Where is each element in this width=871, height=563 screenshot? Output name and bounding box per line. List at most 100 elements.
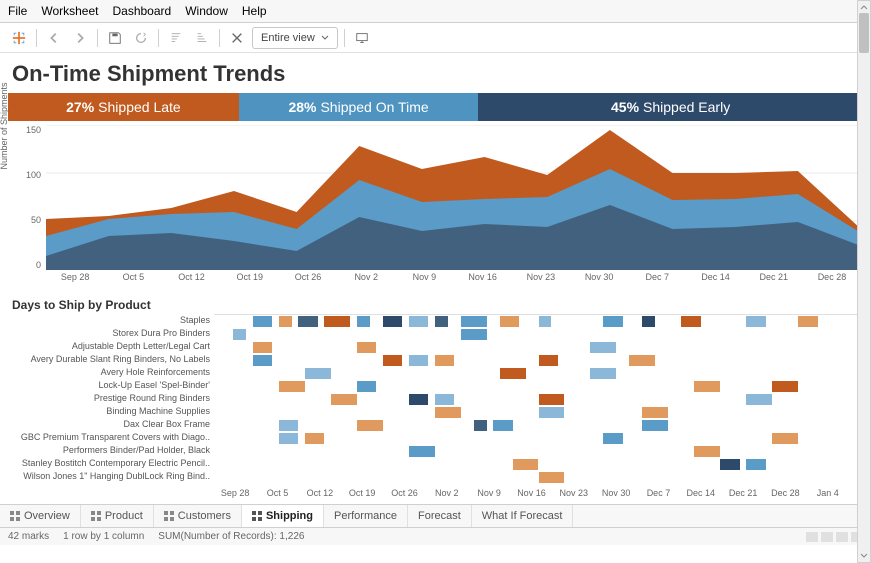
tab-overview[interactable]: Overview bbox=[0, 505, 81, 527]
area-chart[interactable]: Number of Shipments 150 100 50 0 Sep 28O… bbox=[8, 125, 863, 290]
gantt-segment[interactable] bbox=[253, 355, 272, 366]
gantt-segment[interactable] bbox=[298, 316, 317, 327]
status-sum: SUM(Number of Records): 1,226 bbox=[158, 531, 304, 542]
gantt-segment[interactable] bbox=[305, 368, 331, 379]
gantt-segment[interactable] bbox=[253, 316, 272, 327]
view-mode-select[interactable]: Entire view bbox=[252, 27, 338, 49]
gantt-segment[interactable] bbox=[357, 342, 376, 353]
dashboard-icon bbox=[10, 511, 20, 521]
gantt-segment[interactable] bbox=[435, 394, 454, 405]
status-view-icons[interactable] bbox=[806, 532, 863, 542]
gantt-segment[interactable] bbox=[590, 342, 616, 353]
gantt-segment[interactable] bbox=[461, 316, 487, 327]
menu-help[interactable]: Help bbox=[242, 4, 267, 18]
gantt-segment[interactable] bbox=[357, 381, 376, 392]
clear-button[interactable] bbox=[226, 27, 248, 49]
gantt-label: Stanley Bostitch Contemporary Electric P… bbox=[8, 457, 214, 470]
scroll-up-icon[interactable] bbox=[858, 2, 870, 12]
save-button[interactable] bbox=[104, 27, 126, 49]
scroll-down-icon[interactable] bbox=[858, 551, 870, 561]
gantt-segment[interactable] bbox=[539, 472, 565, 483]
menu-window[interactable]: Window bbox=[185, 4, 228, 18]
gantt-segment[interactable] bbox=[694, 381, 720, 392]
presentation-button[interactable] bbox=[351, 27, 373, 49]
gantt-segment[interactable] bbox=[409, 355, 428, 366]
gantt-segment[interactable] bbox=[253, 342, 272, 353]
gantt-segment[interactable] bbox=[409, 394, 428, 405]
gantt-segment[interactable] bbox=[798, 316, 817, 327]
tab-product[interactable]: Product bbox=[81, 505, 154, 527]
gantt-segment[interactable] bbox=[305, 433, 324, 444]
gantt-segment[interactable] bbox=[233, 329, 246, 340]
tab-whatif[interactable]: What If Forecast bbox=[472, 505, 574, 527]
gantt-segment[interactable] bbox=[539, 394, 565, 405]
gantt-segment[interactable] bbox=[772, 433, 798, 444]
kpi-bar: 27%Shipped Late 28%Shipped On Time 45%Sh… bbox=[8, 93, 863, 121]
tab-customers[interactable]: Customers bbox=[154, 505, 242, 527]
gantt-segment[interactable] bbox=[746, 316, 765, 327]
gantt-segment[interactable] bbox=[493, 420, 512, 431]
gantt-segment[interactable] bbox=[603, 316, 622, 327]
sort-asc-button[interactable] bbox=[165, 27, 187, 49]
gantt-segment[interactable] bbox=[357, 420, 383, 431]
menu-worksheet[interactable]: Worksheet bbox=[41, 4, 98, 18]
sort-desc-button[interactable] bbox=[191, 27, 213, 49]
gantt-label: Adjustable Depth Letter/Legal Cart bbox=[8, 340, 214, 353]
gantt-segment[interactable] bbox=[331, 394, 357, 405]
tab-shipping[interactable]: Shipping bbox=[242, 505, 324, 527]
scroll-thumb[interactable] bbox=[859, 13, 869, 53]
gantt-segment[interactable] bbox=[500, 368, 526, 379]
gantt-segment[interactable] bbox=[629, 355, 655, 366]
forward-button[interactable] bbox=[69, 27, 91, 49]
gantt-segment[interactable] bbox=[694, 446, 720, 457]
gantt-segment[interactable] bbox=[324, 316, 350, 327]
tab-forecast[interactable]: Forecast bbox=[408, 505, 472, 527]
tab-performance[interactable]: Performance bbox=[324, 505, 408, 527]
gantt-segment[interactable] bbox=[383, 355, 402, 366]
back-button[interactable] bbox=[43, 27, 65, 49]
gantt-label: Performers Binder/Pad Holder, Black bbox=[8, 444, 214, 457]
gantt-segment[interactable] bbox=[500, 316, 519, 327]
gantt-segment[interactable] bbox=[539, 316, 552, 327]
gantt-segment[interactable] bbox=[746, 459, 765, 470]
gantt-segment[interactable] bbox=[435, 407, 461, 418]
gantt-segment[interactable] bbox=[642, 316, 655, 327]
gantt-segment[interactable] bbox=[357, 316, 370, 327]
gantt-label: Staples bbox=[8, 314, 214, 327]
gantt-segment[interactable] bbox=[279, 381, 305, 392]
gantt-segment[interactable] bbox=[539, 355, 558, 366]
kpi-ontime[interactable]: 28%Shipped On Time bbox=[239, 93, 478, 121]
gantt-chart[interactable]: Staples Storex Dura Pro Binders Adjustab… bbox=[8, 314, 863, 486]
menu-file[interactable]: File bbox=[8, 4, 27, 18]
x-ticks: Sep 28Oct 5Oct 12Oct 19Oct 26Nov 2Nov 9N… bbox=[46, 272, 861, 290]
kpi-early[interactable]: 45%Shipped Early bbox=[478, 93, 863, 121]
gantt-label: Storex Dura Pro Binders bbox=[8, 327, 214, 340]
gantt-segment[interactable] bbox=[435, 355, 454, 366]
menu-dashboard[interactable]: Dashboard bbox=[112, 4, 171, 18]
gantt-segment[interactable] bbox=[383, 316, 402, 327]
gantt-segment[interactable] bbox=[590, 368, 616, 379]
gantt-label: Avery Durable Slant Ring Binders, No Lab… bbox=[8, 353, 214, 366]
gantt-scrollbar[interactable] bbox=[857, 0, 871, 563]
gantt-segment[interactable] bbox=[746, 394, 772, 405]
gantt-segment[interactable] bbox=[409, 446, 435, 457]
gantt-segment[interactable] bbox=[539, 407, 565, 418]
gantt-segment[interactable] bbox=[772, 381, 798, 392]
gantt-segment[interactable] bbox=[642, 420, 668, 431]
gantt-segment[interactable] bbox=[720, 459, 739, 470]
gantt-segment[interactable] bbox=[681, 316, 700, 327]
gantt-segment[interactable] bbox=[603, 433, 622, 444]
gantt-segment[interactable] bbox=[279, 420, 298, 431]
refresh-button[interactable] bbox=[130, 27, 152, 49]
gantt-segment[interactable] bbox=[409, 316, 428, 327]
gantt-segment[interactable] bbox=[474, 420, 487, 431]
gantt-segment[interactable] bbox=[279, 433, 298, 444]
kpi-late[interactable]: 27%Shipped Late bbox=[8, 93, 239, 121]
gantt-segment[interactable] bbox=[642, 407, 668, 418]
gantt-segment[interactable] bbox=[435, 316, 448, 327]
gantt-segment[interactable] bbox=[279, 316, 292, 327]
status-bar: 42 marks 1 row by 1 column SUM(Number of… bbox=[0, 528, 871, 545]
gantt-segment[interactable] bbox=[513, 459, 539, 470]
gantt-plot-area[interactable] bbox=[214, 314, 863, 486]
gantt-segment[interactable] bbox=[461, 329, 487, 340]
